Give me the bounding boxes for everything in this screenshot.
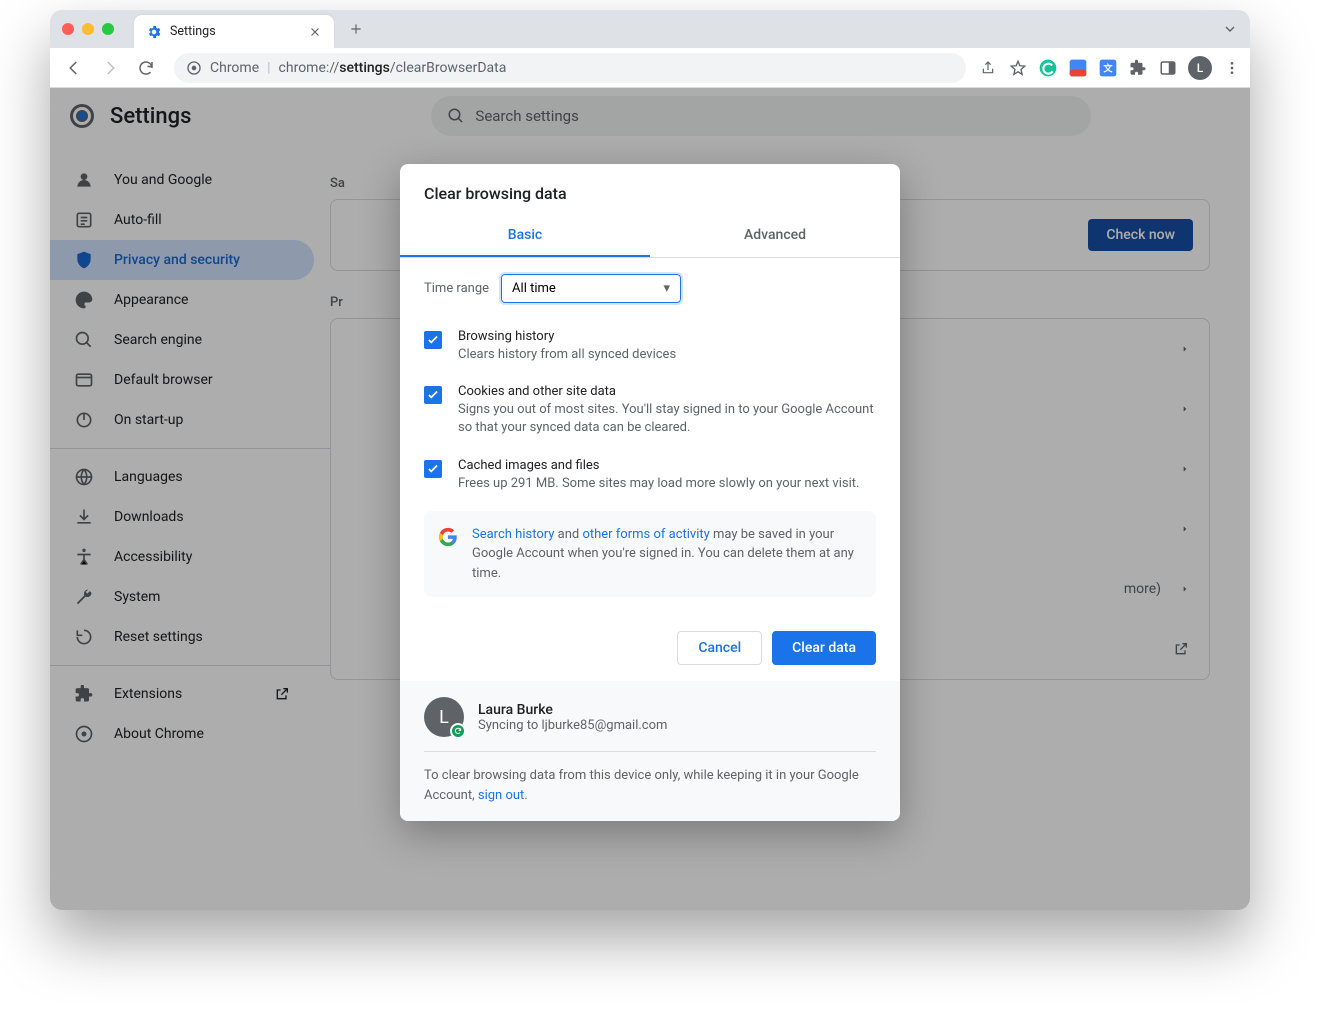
close-window-button[interactable] (62, 23, 74, 35)
browser-window: Settings Chrome | chrome://settings/clea… (50, 10, 1250, 910)
gear-icon (146, 24, 162, 40)
clear-data-button[interactable]: Clear data (772, 631, 876, 665)
checkbox-title: Browsing history (458, 329, 876, 344)
search-history-link[interactable]: Search history (472, 527, 554, 542)
checkbox-row-cache: Cached images and files Frees up 291 MB.… (424, 448, 876, 503)
traffic-lights (62, 23, 114, 35)
dialog-actions: Cancel Clear data (400, 613, 900, 681)
checkbox-cache[interactable] (424, 460, 442, 478)
extension-translate-icon[interactable]: 文 (1098, 58, 1118, 78)
profile-avatar[interactable]: L (1188, 56, 1212, 80)
user-name: Laura Burke (478, 702, 667, 718)
other-activity-link[interactable]: other forms of activity (582, 527, 709, 542)
extension-grammarly-icon[interactable] (1038, 58, 1058, 78)
dialog-footer: L Laura Burke Syncing to ljburke85@gmail… (400, 681, 900, 821)
clear-browsing-data-dialog: Clear browsing data Basic Advanced Time … (400, 164, 900, 821)
forward-button[interactable] (94, 52, 126, 84)
toolbar: Chrome | chrome://settings/clearBrowserD… (50, 48, 1250, 88)
sign-out-link[interactable]: sign out (478, 788, 524, 803)
dialog-body: Time range All time Browsing history Cle… (400, 258, 900, 613)
new-tab-button[interactable] (342, 15, 370, 43)
tab-title: Settings (170, 24, 300, 39)
extensions-puzzle-icon[interactable] (1128, 58, 1148, 78)
reload-button[interactable] (130, 52, 162, 84)
close-tab-icon[interactable] (308, 25, 322, 39)
checkbox-title: Cached images and files (458, 458, 876, 473)
user-sync-status: Syncing to ljburke85@gmail.com (478, 718, 667, 733)
checkbox-row-cookies: Cookies and other site data Signs you ou… (424, 374, 876, 447)
checkbox-cookies[interactable] (424, 386, 442, 404)
footer-separator (424, 751, 876, 752)
maximize-window-button[interactable] (102, 23, 114, 35)
google-g-icon (438, 527, 458, 547)
content-area: Settings Search settings You and Google … (50, 88, 1250, 910)
browser-tab[interactable]: Settings (134, 15, 334, 48)
side-panel-icon[interactable] (1158, 58, 1178, 78)
tab-basic[interactable]: Basic (400, 215, 650, 257)
user-avatar: L (424, 697, 464, 737)
time-range-select[interactable]: All time (501, 274, 681, 303)
minimize-window-button[interactable] (82, 23, 94, 35)
dialog-tabs: Basic Advanced (400, 215, 900, 258)
checkbox-desc: Frees up 291 MB. Some sites may load mor… (458, 475, 876, 493)
checkbox-row-history: Browsing history Clears history from all… (424, 319, 876, 374)
url-text: chrome://settings/clearBrowserData (279, 60, 507, 76)
menu-icon[interactable] (1222, 58, 1242, 78)
tab-advanced[interactable]: Advanced (650, 215, 900, 257)
time-range-label: Time range (424, 281, 489, 296)
plus-icon (349, 22, 363, 36)
toolbar-actions: 文 L (978, 56, 1242, 80)
info-text: Search history and other forms of activi… (472, 525, 862, 584)
address-bar[interactable]: Chrome | chrome://settings/clearBrowserD… (174, 53, 966, 83)
checkbox-desc: Clears history from all synced devices (458, 346, 876, 364)
title-bar: Settings (50, 10, 1250, 48)
sync-badge-icon (450, 723, 466, 739)
checkbox-browsing-history[interactable] (424, 331, 442, 349)
svg-text:文: 文 (1103, 62, 1113, 74)
user-account-row: L Laura Burke Syncing to ljburke85@gmail… (424, 697, 876, 737)
time-range-row: Time range All time (424, 274, 876, 303)
url-source: Chrome (210, 60, 259, 76)
star-icon[interactable] (1008, 58, 1028, 78)
chevron-down-icon[interactable] (1222, 21, 1238, 37)
checkbox-title: Cookies and other site data (458, 384, 876, 399)
info-box: Search history and other forms of activi… (424, 511, 876, 598)
chrome-icon (186, 60, 202, 76)
extension-icon-2[interactable] (1068, 58, 1088, 78)
checkbox-desc: Signs you out of most sites. You'll stay… (458, 401, 876, 437)
footer-text: To clear browsing data from this device … (424, 766, 876, 805)
dialog-title: Clear browsing data (400, 164, 900, 215)
back-button[interactable] (58, 52, 90, 84)
cancel-button[interactable]: Cancel (677, 631, 762, 665)
share-icon[interactable] (978, 58, 998, 78)
